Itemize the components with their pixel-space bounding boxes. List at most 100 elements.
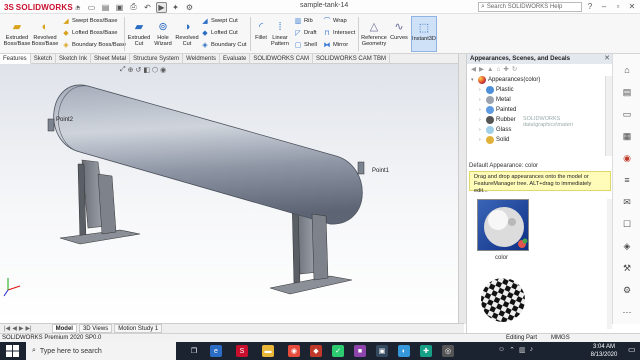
nozzle-right[interactable] [357, 161, 365, 175]
expand-icon[interactable]: › [479, 137, 484, 143]
last-tab-icon[interactable]: ▶| [25, 325, 31, 332]
app-icon-4[interactable]: ▣ [376, 345, 388, 357]
app-icon-2[interactable]: ✓ [332, 345, 344, 357]
expand-icon[interactable]: › [479, 117, 484, 123]
intersect-button[interactable]: ⊓ Intersect [323, 29, 355, 37]
fillet-button[interactable]: ◜ Fillet [252, 20, 270, 41]
boundary-boss-button[interactable]: ◈ Boundary Boss/Base [62, 41, 126, 49]
tab-sketch-ink[interactable]: Sketch Ink [56, 54, 92, 64]
file-explorer-taskbar-icon[interactable]: ▬ [262, 345, 274, 357]
tab-solidworks-cam[interactable]: SOLIDWORKS CAM [250, 54, 314, 64]
tab-sketch[interactable]: Sketch [31, 54, 57, 64]
more-icon[interactable]: ⋯ [621, 306, 633, 318]
print-icon[interactable]: ⎙ [128, 2, 139, 13]
prev-tab-icon[interactable]: ◀ [12, 325, 17, 332]
tree-item-painted[interactable]: › Painted [479, 106, 516, 114]
tab-3d-views[interactable]: 3D Views [78, 324, 113, 333]
windows-start-icon[interactable] [6, 345, 19, 357]
hole-wizard-button[interactable]: ⊚ Hole Wizard [152, 20, 174, 47]
shell-button[interactable]: ▢ Shell [294, 41, 317, 49]
app-icon-3[interactable]: ■ [354, 345, 366, 357]
undo-icon[interactable]: ↶ [142, 2, 153, 13]
forward-icon[interactable]: ▶ [479, 65, 484, 73]
swept-cut-button[interactable]: ◢ Swept Cut [201, 17, 237, 25]
extruded-cut-button[interactable]: ▰ Extruded Cut [127, 20, 151, 47]
new-document-icon[interactable]: ▭ [86, 2, 97, 13]
expand-icon[interactable]: › [479, 127, 484, 133]
tab-structure-system[interactable]: Structure System [130, 54, 184, 64]
options-icon[interactable]: ⚙ [184, 2, 195, 13]
add-location-icon[interactable]: ✚ [503, 65, 508, 73]
point-right-label[interactable]: Point1 [372, 168, 389, 174]
app-icon-1[interactable]: ◆ [310, 345, 322, 357]
chrome-icon[interactable]: ◉ [288, 345, 300, 357]
minimize-icon[interactable]: – [598, 1, 610, 12]
appearance-preview-color[interactable] [477, 199, 529, 251]
help-search-input[interactable]: ⌕ Search SOLIDWORKS Help [478, 2, 582, 12]
file-explorer-icon[interactable]: ▭ [621, 108, 633, 120]
network-icon[interactable]: ▥ [519, 346, 526, 354]
edge-icon[interactable]: e [210, 345, 222, 357]
maximize-icon[interactable]: ▫ [612, 1, 624, 12]
saddle-front-right[interactable] [311, 213, 329, 281]
people-icon[interactable]: ☺ [498, 346, 505, 354]
notification-icon[interactable]: ▭ [628, 345, 636, 354]
tasks-icon[interactable]: ☐ [621, 218, 633, 230]
home-icon[interactable]: ⌂ [72, 2, 83, 13]
reference-geometry-button[interactable]: △ Reference Geometry [360, 20, 388, 47]
lofted-cut-button[interactable]: ◆ Lofted Cut [201, 29, 237, 37]
tree-scrollbar[interactable] [605, 76, 612, 156]
appearances-tab-icon[interactable]: ◉ [621, 152, 633, 164]
tank-model[interactable] [0, 64, 464, 323]
tab-weldments[interactable]: Weldments [183, 54, 220, 64]
collapse-icon[interactable]: ▾ [471, 77, 476, 83]
back-icon[interactable]: ◀ [471, 65, 476, 73]
up-arrow-icon[interactable]: ⌃ [509, 346, 515, 354]
graphics-area[interactable]: ⤢ ⊕ ↺ ◧ ⬡ ◉ Point2 Point1 [0, 64, 464, 323]
instant3d-button[interactable]: ⬚ Instant3D [411, 16, 437, 52]
mirror-button[interactable]: ⧓ Mirror [323, 41, 349, 49]
app-icon-6[interactable]: ✚ [420, 345, 432, 357]
linear-pattern-button[interactable]: ⁞ Linear Pattern [270, 20, 290, 47]
volume-icon[interactable]: ♪ [530, 346, 534, 354]
help-icon[interactable]: ? [584, 1, 596, 12]
rib-button[interactable]: ▥ Rib [294, 17, 313, 25]
revolved-cut-button[interactable]: ◑ Revolved Cut [175, 20, 199, 47]
revolved-boss-button[interactable]: ◐ Revolved Boss/Base [32, 20, 59, 47]
view-palette-icon[interactable]: ▦ [621, 130, 633, 142]
expand-icon[interactable]: › [479, 97, 484, 103]
curves-button[interactable]: ∿ Curves [389, 20, 409, 41]
home-folder-icon[interactable]: ⌂ [496, 66, 500, 73]
up-icon[interactable]: ▲ [487, 66, 493, 73]
tree-item-rubber[interactable]: › Rubber [479, 116, 516, 124]
expand-icon[interactable]: › [479, 107, 484, 113]
open-icon[interactable]: ▤ [100, 2, 111, 13]
first-tab-icon[interactable]: |◀ [4, 325, 10, 332]
tab-evaluate[interactable]: Evaluate [220, 54, 251, 64]
swept-boss-button[interactable]: ◢ Swept Boss/Base [62, 17, 117, 25]
point-left-label[interactable]: Point2 [56, 117, 73, 123]
3dexperience-icon[interactable]: ◈ [621, 240, 633, 252]
tab-motion-study[interactable]: Motion Study 1 [114, 324, 163, 333]
select-icon[interactable]: ▶ [156, 1, 167, 13]
lofted-boss-button[interactable]: ◆ Lofted Boss/Base [62, 29, 117, 37]
solidworks-resources-icon[interactable]: ⌂ [621, 64, 633, 76]
tab-features[interactable]: Features [0, 54, 31, 64]
toolbox-icon[interactable]: ⚒ [621, 262, 633, 274]
tree-item-solid[interactable]: › Solid [479, 136, 509, 144]
tree-item-plastic[interactable]: › Plastic [479, 86, 514, 94]
tab-solidworks-cam-tbm[interactable]: SOLIDWORKS CAM TBM [313, 54, 390, 64]
save-icon[interactable]: ▣ [114, 2, 125, 13]
custom-properties-icon[interactable]: ≡ [621, 174, 633, 186]
expand-icon[interactable]: › [479, 87, 484, 93]
tab-sheet-metal[interactable]: Sheet Metal [91, 54, 131, 64]
task-view-icon[interactable]: ❐ [188, 345, 200, 357]
forum-icon[interactable]: ✉ [621, 196, 633, 208]
tree-item-glass[interactable]: › Glass [479, 126, 511, 134]
app-icon-5[interactable]: ◐ [398, 345, 410, 357]
nozzle-left[interactable] [47, 118, 55, 132]
design-library-icon[interactable]: ▤ [621, 86, 633, 98]
pane-close-icon[interactable]: ✕ [604, 54, 610, 62]
app-icon-7[interactable]: ◎ [442, 345, 454, 357]
wrap-button[interactable]: ⌒ Wrap [323, 17, 347, 25]
